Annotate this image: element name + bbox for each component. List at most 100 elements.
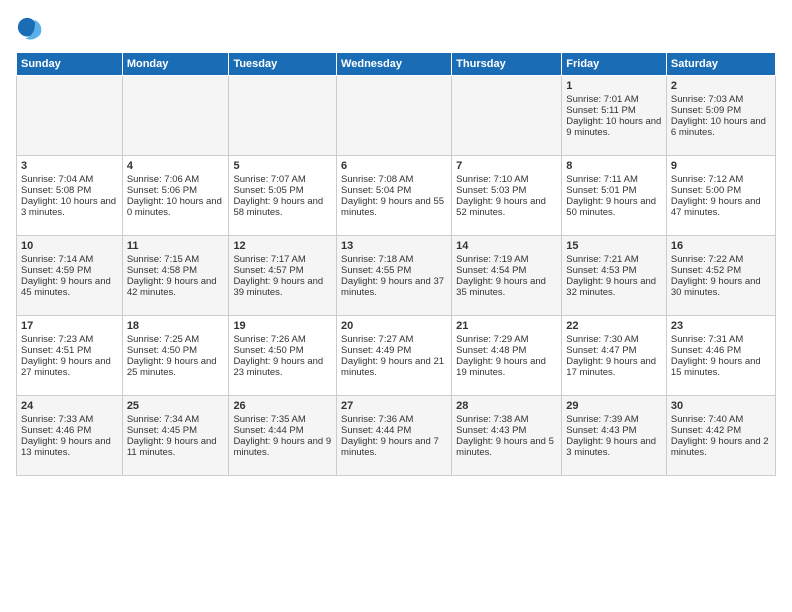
day-info: Sunset: 4:49 PM	[341, 345, 447, 356]
day-info: Sunset: 5:08 PM	[21, 185, 118, 196]
calendar-cell: 26Sunrise: 7:35 AMSunset: 4:44 PMDayligh…	[229, 396, 337, 476]
day-info: Daylight: 9 hours and 39 minutes.	[233, 276, 332, 298]
col-header-sunday: Sunday	[17, 53, 123, 76]
logo	[16, 16, 48, 44]
calendar-cell: 8Sunrise: 7:11 AMSunset: 5:01 PMDaylight…	[562, 156, 667, 236]
day-info: Sunrise: 7:26 AM	[233, 334, 332, 345]
calendar-cell: 6Sunrise: 7:08 AMSunset: 5:04 PMDaylight…	[337, 156, 452, 236]
calendar-cell: 13Sunrise: 7:18 AMSunset: 4:55 PMDayligh…	[337, 236, 452, 316]
day-info: Daylight: 9 hours and 25 minutes.	[127, 356, 225, 378]
calendar-cell: 30Sunrise: 7:40 AMSunset: 4:42 PMDayligh…	[666, 396, 775, 476]
day-info: Sunrise: 7:36 AM	[341, 414, 447, 425]
day-info: Daylight: 9 hours and 19 minutes.	[456, 356, 557, 378]
day-info: Sunrise: 7:07 AM	[233, 174, 332, 185]
day-info: Sunset: 5:01 PM	[566, 185, 662, 196]
day-info: Sunrise: 7:29 AM	[456, 334, 557, 345]
calendar-cell: 18Sunrise: 7:25 AMSunset: 4:50 PMDayligh…	[122, 316, 229, 396]
calendar-cell: 22Sunrise: 7:30 AMSunset: 4:47 PMDayligh…	[562, 316, 667, 396]
day-info: Daylight: 10 hours and 3 minutes.	[21, 196, 118, 218]
day-info: Sunset: 5:09 PM	[671, 105, 771, 116]
day-info: Sunset: 4:44 PM	[233, 425, 332, 436]
calendar-cell	[122, 76, 229, 156]
day-info: Daylight: 9 hours and 7 minutes.	[341, 436, 447, 458]
day-info: Sunrise: 7:33 AM	[21, 414, 118, 425]
calendar-cell: 15Sunrise: 7:21 AMSunset: 4:53 PMDayligh…	[562, 236, 667, 316]
day-info: Daylight: 9 hours and 3 minutes.	[566, 436, 662, 458]
day-number: 27	[341, 400, 447, 412]
calendar-cell: 9Sunrise: 7:12 AMSunset: 5:00 PMDaylight…	[666, 156, 775, 236]
day-info: Sunrise: 7:14 AM	[21, 254, 118, 265]
day-info: Sunset: 4:43 PM	[456, 425, 557, 436]
day-info: Sunrise: 7:11 AM	[566, 174, 662, 185]
day-info: Daylight: 9 hours and 21 minutes.	[341, 356, 447, 378]
day-info: Sunset: 5:00 PM	[671, 185, 771, 196]
day-info: Daylight: 9 hours and 55 minutes.	[341, 196, 447, 218]
calendar-cell: 12Sunrise: 7:17 AMSunset: 4:57 PMDayligh…	[229, 236, 337, 316]
day-number: 7	[456, 160, 557, 172]
col-header-wednesday: Wednesday	[337, 53, 452, 76]
col-header-friday: Friday	[562, 53, 667, 76]
calendar-cell: 16Sunrise: 7:22 AMSunset: 4:52 PMDayligh…	[666, 236, 775, 316]
calendar-cell: 27 Sunrise: 7:36 AMSunset: 4:44 PMDayligh…	[337, 396, 452, 476]
day-info: Daylight: 9 hours and 45 minutes.	[21, 276, 118, 298]
day-info: Daylight: 10 hours and 0 minutes.	[127, 196, 225, 218]
day-info: Daylight: 9 hours and 15 minutes.	[671, 356, 771, 378]
day-number: 17	[21, 320, 118, 332]
day-info: Sunrise: 7:34 AM	[127, 414, 225, 425]
day-info: Sunrise: 7:40 AM	[671, 414, 771, 425]
day-info: Daylight: 9 hours and 47 minutes.	[671, 196, 771, 218]
calendar-cell: 21Sunrise: 7:29 AMSunset: 4:48 PMDayligh…	[452, 316, 562, 396]
day-info: Daylight: 9 hours and 13 minutes.	[21, 436, 118, 458]
day-number: 2	[671, 80, 771, 92]
day-info: Sunrise: 7:21 AM	[566, 254, 662, 265]
day-info: Sunset: 4:44 PM	[341, 425, 447, 436]
day-number: 5	[233, 160, 332, 172]
day-info: Sunrise: 7:30 AM	[566, 334, 662, 345]
calendar-cell: 23Sunrise: 7:31 AMSunset: 4:46 PMDayligh…	[666, 316, 775, 396]
day-info: Sunrise: 7:39 AM	[566, 414, 662, 425]
day-info: Sunrise: 7:31 AM	[671, 334, 771, 345]
page-header	[16, 16, 776, 44]
day-info: Sunset: 4:55 PM	[341, 265, 447, 276]
day-info: Sunrise: 7:08 AM	[341, 174, 447, 185]
day-info: Daylight: 9 hours and 9 minutes.	[233, 436, 332, 458]
day-info: Sunset: 4:59 PM	[21, 265, 118, 276]
calendar-header-row: SundayMondayTuesdayWednesdayThursdayFrid…	[17, 53, 776, 76]
day-info: Daylight: 9 hours and 11 minutes.	[127, 436, 225, 458]
calendar-cell: 3Sunrise: 7:04 AMSunset: 5:08 PMDaylight…	[17, 156, 123, 236]
calendar-cell	[337, 76, 452, 156]
calendar-cell: 20Sunrise: 7:27 AMSunset: 4:49 PMDayligh…	[337, 316, 452, 396]
day-info: Sunset: 5:05 PM	[233, 185, 332, 196]
day-info: Sunset: 4:57 PM	[233, 265, 332, 276]
day-number: 12	[233, 240, 332, 252]
day-number: 19	[233, 320, 332, 332]
day-info: Daylight: 9 hours and 2 minutes.	[671, 436, 771, 458]
logo-icon	[16, 16, 44, 44]
day-info: Sunset: 4:46 PM	[21, 425, 118, 436]
col-header-monday: Monday	[122, 53, 229, 76]
calendar-cell: 2Sunrise: 7:03 AMSunset: 5:09 PMDaylight…	[666, 76, 775, 156]
day-info: Sunset: 4:45 PM	[127, 425, 225, 436]
day-number: 20	[341, 320, 447, 332]
day-info: Daylight: 9 hours and 5 minutes.	[456, 436, 557, 458]
day-info: Sunrise: 7:10 AM	[456, 174, 557, 185]
day-info: Daylight: 9 hours and 37 minutes.	[341, 276, 447, 298]
day-number: 10	[21, 240, 118, 252]
calendar-cell	[229, 76, 337, 156]
day-info: Daylight: 10 hours and 9 minutes.	[566, 116, 662, 138]
day-info: Sunrise: 7:38 AM	[456, 414, 557, 425]
day-info: Sunrise: 7:04 AM	[21, 174, 118, 185]
day-info: Sunrise: 7:01 AM	[566, 94, 662, 105]
day-info: Daylight: 9 hours and 32 minutes.	[566, 276, 662, 298]
day-info: Daylight: 9 hours and 52 minutes.	[456, 196, 557, 218]
day-info: Daylight: 10 hours and 6 minutes.	[671, 116, 771, 138]
day-info: Sunset: 4:42 PM	[671, 425, 771, 436]
day-info: Sunset: 4:52 PM	[671, 265, 771, 276]
day-number: 8	[566, 160, 662, 172]
calendar-cell: 28Sunrise: 7:38 AMSunset: 4:43 PMDayligh…	[452, 396, 562, 476]
calendar-cell: 4Sunrise: 7:06 AMSunset: 5:06 PMDaylight…	[122, 156, 229, 236]
calendar-week-1: 1Sunrise: 7:01 AMSunset: 5:11 PMDaylight…	[17, 76, 776, 156]
calendar-week-3: 10Sunrise: 7:14 AMSunset: 4:59 PMDayligh…	[17, 236, 776, 316]
day-info: Sunrise: 7:22 AM	[671, 254, 771, 265]
calendar-week-2: 3Sunrise: 7:04 AMSunset: 5:08 PMDaylight…	[17, 156, 776, 236]
